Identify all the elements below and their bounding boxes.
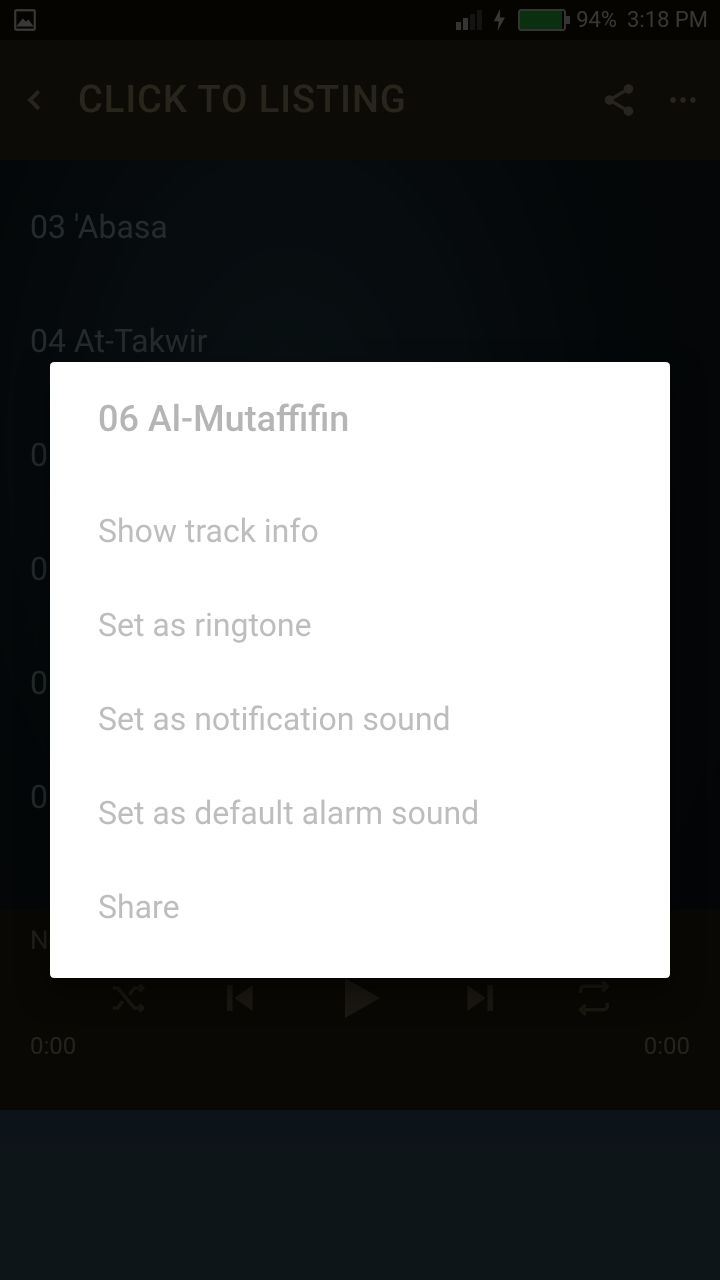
menu-item-track-info[interactable]: Show track info [98, 484, 622, 578]
menu-item-alarm[interactable]: Set as default alarm sound [98, 766, 622, 860]
menu-item-share[interactable]: Share [98, 860, 622, 954]
dialog-title: 06 Al-Mutaffifin [98, 398, 622, 440]
menu-item-notification[interactable]: Set as notification sound [98, 672, 622, 766]
context-menu-dialog: 06 Al-Mutaffifin Show track info Set as … [50, 362, 670, 978]
menu-item-ringtone[interactable]: Set as ringtone [98, 578, 622, 672]
